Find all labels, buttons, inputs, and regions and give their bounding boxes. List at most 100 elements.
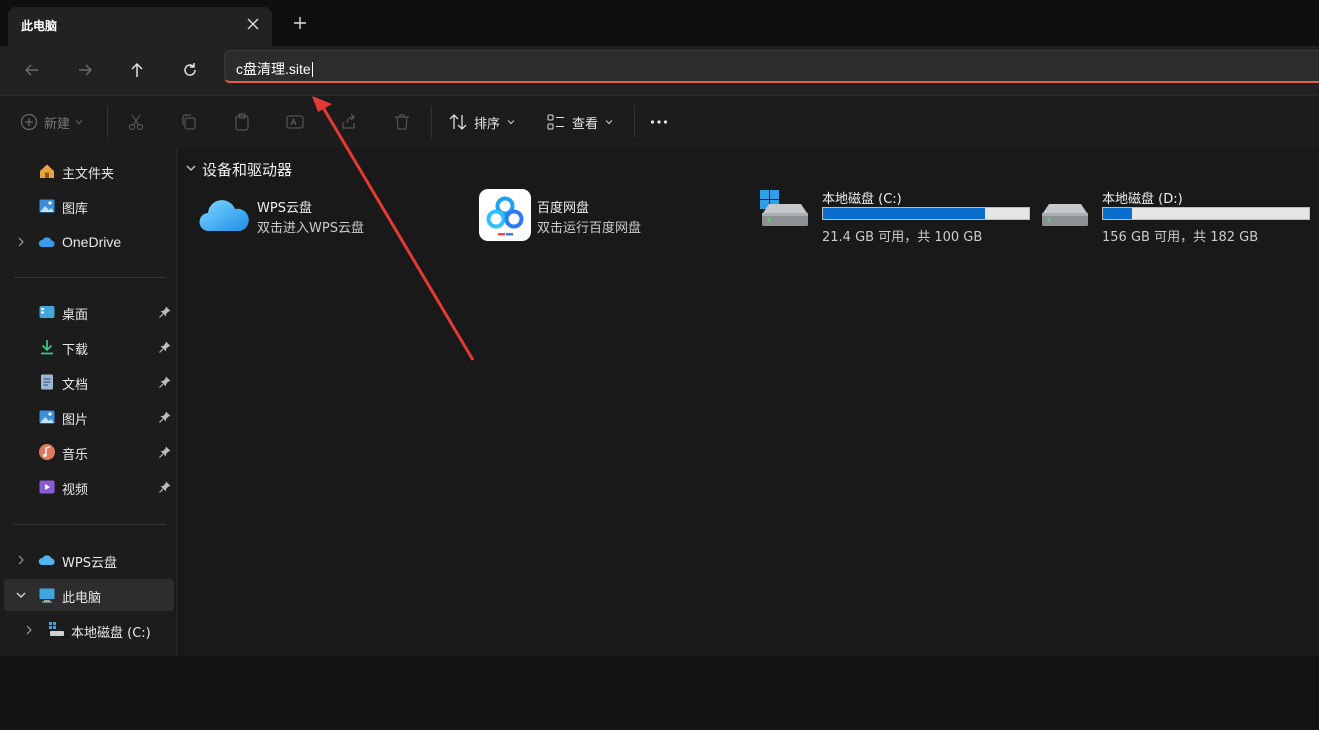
chevron-down-icon[interactable] <box>185 162 197 174</box>
copy-button[interactable] <box>179 108 199 136</box>
address-text: c盘清理.site <box>236 61 313 77</box>
sidebar-item-downloads[interactable]: 下载 <box>4 331 174 363</box>
pin-icon[interactable] <box>158 410 172 424</box>
share-button[interactable] <box>339 108 359 136</box>
sidebar-item-music[interactable]: 音乐 <box>4 436 174 468</box>
video-icon <box>38 478 56 496</box>
drive-name: 本地磁盘 (C:) <box>822 192 902 207</box>
refresh-icon[interactable] <box>176 56 204 84</box>
pin-icon[interactable] <box>158 305 172 319</box>
tile-name: 百度网盘 <box>537 201 590 216</box>
drive-usage-fill <box>1103 208 1133 219</box>
title-bar: 此电脑 <box>0 0 1319 46</box>
drive-icon <box>48 621 66 639</box>
desktop-background <box>0 656 1319 730</box>
chevron-right-icon[interactable] <box>14 235 28 249</box>
pictures-icon <box>38 408 56 426</box>
download-icon <box>38 338 56 356</box>
navigation-pane: 主文件夹 图库 OneDrive 桌面 下载 文档 图片 音乐 视频 WPS云盘… <box>0 149 177 656</box>
cut-button[interactable] <box>126 108 146 136</box>
sort-label: 排序 <box>474 116 501 132</box>
navigation-bar: c盘清理.site <box>0 46 1319 95</box>
back-arrow-icon[interactable] <box>18 56 46 84</box>
sidebar-item-documents[interactable]: 文档 <box>4 366 174 398</box>
drive-usage-bar <box>1102 207 1310 220</box>
document-icon <box>38 373 56 391</box>
sort-icon <box>449 114 467 130</box>
sidebar-item-desktop[interactable]: 桌面 <box>4 296 174 328</box>
chevron-down-icon[interactable] <box>14 588 28 602</box>
new-button[interactable]: 新建 <box>20 108 84 136</box>
pin-icon[interactable] <box>158 445 172 459</box>
chevron-down-icon <box>507 120 515 125</box>
drive-tile-d[interactable]: 本地磁盘 (D:) 156 GB 可用，共 182 GB <box>1039 187 1310 247</box>
more-options-button[interactable] <box>649 108 669 136</box>
close-tab-icon[interactable] <box>244 15 262 33</box>
address-input[interactable]: c盘清理.site <box>224 50 1319 83</box>
drive-tile-c[interactable]: 本地磁盘 (C:) 21.4 GB 可用，共 100 GB <box>759 187 1030 247</box>
tab-this-pc[interactable]: 此电脑 <box>8 7 272 46</box>
up-arrow-icon[interactable] <box>123 56 151 84</box>
drive-usage-bar <box>822 207 1030 220</box>
tab-title: 此电脑 <box>21 19 58 33</box>
wps-cloud-icon <box>38 551 56 569</box>
drive-free-text: 21.4 GB 可用，共 100 GB <box>822 230 983 245</box>
rename-icon <box>286 115 304 129</box>
content-area: 设备和驱动器 WPS云盘 双击进入WPS云盘 百度网盘 双击运行百度网盘 本地磁… <box>177 149 1319 656</box>
drive-name: 本地磁盘 (D:) <box>1102 192 1183 207</box>
paste-icon <box>235 113 249 131</box>
view-label: 查看 <box>572 116 599 132</box>
this-pc-icon <box>38 586 56 604</box>
chevron-right-icon[interactable] <box>22 623 36 637</box>
sidebar-item-this-pc[interactable]: 此电脑 <box>4 579 174 611</box>
new-button-label: 新建 <box>44 116 71 132</box>
sidebar-divider <box>14 524 166 525</box>
section-title: 设备和驱动器 <box>202 161 293 179</box>
gallery-icon <box>38 197 56 215</box>
trash-icon <box>395 114 409 130</box>
drive-usage-fill <box>823 208 985 219</box>
onedrive-icon <box>38 233 56 251</box>
baidu-netdisk-icon <box>479 189 531 241</box>
delete-button[interactable] <box>392 108 412 136</box>
more-icon <box>650 120 668 124</box>
sort-button[interactable]: 排序 <box>448 108 516 136</box>
view-icon <box>547 114 564 130</box>
command-bar: 新建 排序 查看 <box>0 95 1319 150</box>
pin-icon[interactable] <box>158 340 172 354</box>
music-icon <box>38 443 56 461</box>
rename-button[interactable] <box>285 108 305 136</box>
home-icon <box>38 162 56 180</box>
tile-name: WPS云盘 <box>257 201 312 216</box>
system-drive-icon <box>759 189 809 231</box>
share-icon <box>342 113 355 129</box>
sidebar-item-onedrive[interactable]: OneDrive <box>4 226 174 258</box>
chevron-down-icon <box>605 120 613 125</box>
tile-subtitle: 双击运行百度网盘 <box>537 221 642 236</box>
chevron-right-icon[interactable] <box>14 553 28 567</box>
sidebar-item-pictures[interactable]: 图片 <box>4 401 174 433</box>
drive-free-text: 156 GB 可用，共 182 GB <box>1102 230 1259 245</box>
drive-icon <box>1039 189 1089 231</box>
new-tab-icon[interactable] <box>291 14 309 32</box>
tile-subtitle: 双击进入WPS云盘 <box>257 221 364 236</box>
paste-button[interactable] <box>232 108 252 136</box>
sidebar-item-gallery[interactable]: 图库 <box>4 190 174 222</box>
sidebar-item-home[interactable]: 主文件夹 <box>4 155 174 187</box>
copy-icon <box>182 114 196 130</box>
sidebar-divider <box>14 277 166 278</box>
pin-icon[interactable] <box>158 480 172 494</box>
chevron-down-icon <box>75 120 83 125</box>
baidu-netdisk-tile[interactable]: 百度网盘 双击运行百度网盘 <box>479 189 749 249</box>
add-circle-icon <box>20 113 38 131</box>
wps-cloud-tile[interactable]: WPS云盘 双击进入WPS云盘 <box>199 189 469 249</box>
scissors-icon <box>129 114 143 130</box>
wps-cloud-icon <box>199 195 251 235</box>
sidebar-item-videos[interactable]: 视频 <box>4 471 174 503</box>
sidebar-item-wps-cloud[interactable]: WPS云盘 <box>4 544 174 576</box>
forward-arrow-icon[interactable] <box>71 56 99 84</box>
view-button[interactable]: 查看 <box>546 108 614 136</box>
desktop-icon <box>38 303 56 321</box>
pin-icon[interactable] <box>158 375 172 389</box>
sidebar-item-local-disk-c[interactable]: 本地磁盘 (C:) <box>4 614 174 646</box>
